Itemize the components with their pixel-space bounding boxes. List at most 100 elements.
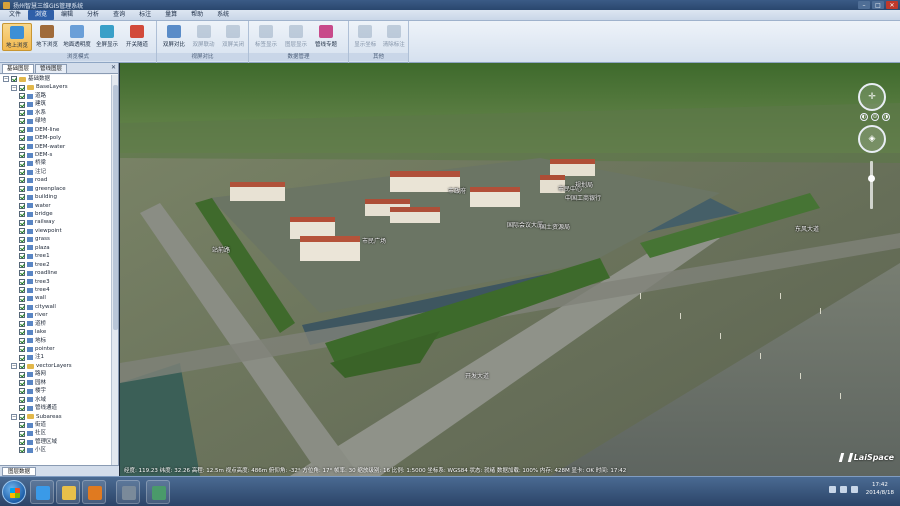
menu-browse[interactable]: 浏览 [28, 10, 55, 20]
tree-layer-item[interactable]: 绿地 [0, 117, 112, 125]
ribbon-button-globe-view[interactable]: 地上浏览 [2, 23, 32, 51]
tree-layer-item[interactable]: grass [0, 235, 112, 243]
tree-layer-item[interactable]: 楼宇 [0, 387, 112, 395]
clock[interactable]: 17:42 2014/8/18 [866, 481, 894, 497]
maximize-button[interactable]: □ [872, 1, 884, 9]
collapse-icon[interactable]: − [3, 76, 9, 83]
menu-file[interactable]: 文件 [2, 10, 28, 20]
menu-measure[interactable]: 量算 [158, 10, 184, 20]
menu-edit[interactable]: 编辑 [54, 10, 80, 20]
tree-layer-item[interactable]: bridge [0, 210, 112, 218]
menu-help[interactable]: 帮助 [184, 10, 210, 20]
map-label[interactable]: 站前路 [212, 245, 230, 254]
tree-layer-item[interactable]: citywall [0, 303, 112, 311]
tree-layer-item[interactable]: building [0, 193, 112, 201]
tree-layer-item[interactable]: tree2 [0, 261, 112, 269]
layer-checkbox[interactable] [11, 76, 17, 83]
zoom-slider[interactable] [868, 161, 875, 209]
tree-layer-item[interactable]: tree1 [0, 252, 112, 260]
layer-checkbox[interactable] [19, 447, 25, 454]
layer-checkbox[interactable] [19, 194, 25, 201]
layer-checkbox[interactable] [19, 371, 25, 378]
tree-layer-item[interactable]: water [0, 202, 112, 210]
volume-icon[interactable] [839, 485, 847, 493]
tree-folder[interactable]: − BaseLayers [0, 83, 112, 91]
panel-close-icon[interactable]: ✕ [111, 64, 116, 71]
menu-query[interactable]: 查询 [106, 10, 132, 20]
tree-layer-item[interactable]: 管理区域 [0, 438, 112, 446]
layer-checkbox[interactable] [19, 430, 25, 437]
ribbon-button-split-screen[interactable]: 双屏对比 [159, 23, 189, 51]
tree-layer-item[interactable]: road [0, 176, 112, 184]
layer-checkbox[interactable] [19, 177, 25, 184]
layer-checkbox[interactable] [19, 84, 25, 91]
rotate-left-icon[interactable]: ◐ [860, 113, 868, 121]
layer-checkbox[interactable] [19, 405, 25, 412]
ribbon-button-close-screen[interactable]: 双屏关闭 [218, 23, 248, 51]
tree-layer-item[interactable]: 园林 [0, 379, 112, 387]
layer-checkbox[interactable] [19, 244, 25, 251]
close-button[interactable]: ✕ [886, 1, 898, 9]
tree-layer-item[interactable]: 桥梁 [0, 159, 112, 167]
layer-checkbox[interactable] [19, 93, 25, 100]
tree-layer-item[interactable]: DEM-water [0, 143, 112, 151]
rotate-right-icon[interactable]: ◑ [882, 113, 890, 121]
taskbar-terminal-button[interactable] [116, 480, 140, 504]
layer-checkbox[interactable] [19, 337, 25, 344]
tree-layer-item[interactable]: viewpoint [0, 227, 112, 235]
ribbon-button-label[interactable]: 标签显示 [251, 23, 281, 51]
layer-checkbox[interactable] [19, 312, 25, 319]
tree-layer-item[interactable]: wall [0, 294, 112, 302]
menu-system[interactable]: 系统 [210, 10, 236, 20]
ribbon-button-layer[interactable]: 图层显示 [281, 23, 311, 51]
layer-checkbox[interactable] [19, 320, 25, 327]
reset-view-icon[interactable]: ⊙ [871, 113, 879, 121]
tree-layer-item[interactable]: roadline [0, 269, 112, 277]
tree-layer-item[interactable]: 街道 [0, 421, 112, 429]
tree-folder[interactable]: − Subareas [0, 413, 112, 421]
start-button[interactable] [2, 480, 26, 504]
ribbon-button-fullscreen[interactable]: 全屏显示 [92, 23, 122, 51]
tree-scrollbar[interactable] [111, 75, 118, 476]
tree-layer-item[interactable]: 水系 [0, 109, 112, 117]
scrollbar-thumb[interactable] [113, 85, 118, 330]
tree-folder[interactable]: − vectorLayers [0, 362, 112, 370]
layer-checkbox[interactable] [19, 169, 25, 176]
layer-checkbox[interactable] [19, 354, 25, 361]
tree-layer-item[interactable]: tree4 [0, 286, 112, 294]
tree-layer-item[interactable]: 路网 [0, 370, 112, 378]
layer-checkbox[interactable] [19, 228, 25, 235]
tree-layer-item[interactable]: 小区 [0, 446, 112, 454]
menu-analysis[interactable]: 分析 [80, 10, 106, 20]
tilt-control[interactable]: ◈ [858, 125, 886, 153]
tree-layer-item[interactable]: 注记 [0, 168, 112, 176]
collapse-icon[interactable]: − [11, 363, 17, 370]
layer-checkbox[interactable] [19, 270, 25, 277]
map-label[interactable]: 国际会议大厦 [507, 220, 543, 229]
ribbon-button-coordinate[interactable]: 显示坐标 [351, 23, 380, 51]
layer-checkbox[interactable] [19, 413, 25, 420]
compass-control[interactable]: ✛ [858, 83, 886, 111]
layer-checkbox[interactable] [19, 396, 25, 403]
map-label[interactable]: 中国工商银行 [565, 193, 601, 202]
layer-checkbox[interactable] [19, 278, 25, 285]
3d-map-view[interactable]: 市政府 市民中心 规划局 中国工商银行 市民广场 国际会议大厦 国土资源局 站前路 开发大道 东风… [120, 63, 900, 476]
layer-checkbox[interactable] [19, 236, 25, 243]
layer-checkbox[interactable] [19, 185, 25, 192]
flag-icon[interactable] [850, 485, 858, 493]
layer-checkbox[interactable] [19, 135, 25, 142]
tab-base-layers[interactable]: 基础图层 [2, 64, 35, 73]
layer-checkbox[interactable] [19, 304, 25, 311]
tree-layer-item[interactable]: railway [0, 218, 112, 226]
taskbar-media-player-button[interactable] [82, 480, 106, 504]
map-label[interactable]: 市民广场 [362, 236, 386, 245]
layer-checkbox[interactable] [19, 202, 25, 209]
ribbon-button-clear[interactable]: 清除标注 [380, 23, 409, 51]
tree-layer-item[interactable]: DEM-line [0, 126, 112, 134]
layer-checkbox[interactable] [19, 152, 25, 159]
map-label[interactable]: 规划局 [575, 180, 593, 189]
tree-layer-item[interactable]: river [0, 311, 112, 319]
tree-layer-item[interactable]: 地标 [0, 337, 112, 345]
ribbon-button-pipeline[interactable]: 管线专题 [311, 23, 341, 51]
layer-checkbox[interactable] [19, 379, 25, 386]
